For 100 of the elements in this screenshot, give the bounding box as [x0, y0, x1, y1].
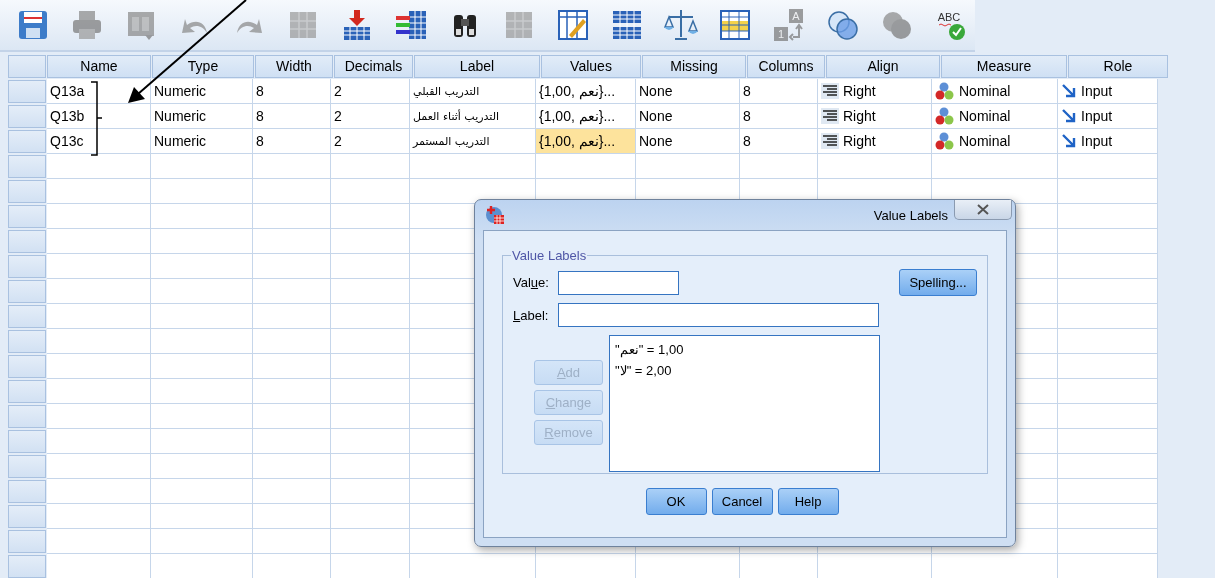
table-cell[interactable]: Right	[818, 129, 932, 154]
table-cell[interactable]: Nominal	[932, 104, 1058, 129]
cell-text: Numeric	[154, 133, 207, 149]
table-cell[interactable]: Q13c	[47, 129, 151, 154]
column-header[interactable]: Align	[826, 55, 940, 78]
input-role-icon	[1061, 133, 1077, 149]
row-header[interactable]	[8, 280, 46, 303]
input-role-icon	[1061, 83, 1077, 99]
cell-text: 8	[743, 83, 751, 99]
cell-text: التدريب القبلي	[413, 84, 480, 98]
table-cell[interactable]: Q13b	[47, 104, 151, 129]
cell-text: 8	[743, 108, 751, 124]
row-header[interactable]	[8, 255, 46, 278]
field-label: Label:	[513, 307, 550, 323]
align-right-icon	[821, 83, 839, 99]
table-cell[interactable]: None	[636, 79, 740, 104]
row-header[interactable]	[8, 480, 46, 503]
column-header[interactable]: Values	[541, 55, 641, 78]
table-cell[interactable]: Input	[1058, 79, 1158, 104]
row-header[interactable]	[8, 80, 46, 103]
table-cell[interactable]: 2	[331, 129, 410, 154]
dialog-title: Value Labels	[872, 207, 948, 223]
table-cell[interactable]: 8	[253, 104, 331, 129]
table-cell[interactable]: 8	[253, 79, 331, 104]
table-cell[interactable]: 8	[740, 129, 818, 154]
cell-text: Nominal	[959, 83, 1011, 99]
row-header[interactable]	[8, 230, 46, 253]
table-cell[interactable]: Numeric	[151, 79, 253, 104]
table-cell[interactable]: Q13a	[47, 79, 151, 104]
cell-text: 8	[743, 133, 751, 149]
column-header[interactable]: Decimals	[334, 55, 413, 78]
cell-text: 8	[256, 133, 264, 149]
cell-text: Numeric	[154, 108, 207, 124]
cell-text: Q13b	[50, 108, 85, 124]
group-title: Value Labels	[511, 248, 588, 263]
label-input-field[interactable]	[558, 303, 879, 327]
cell-text: 2	[334, 133, 342, 149]
row-header[interactable]	[8, 155, 46, 178]
table-cell[interactable]: Right	[818, 104, 932, 129]
table-cell[interactable]: Input	[1058, 104, 1158, 129]
table-cell[interactable]: التدريب المستمر	[410, 129, 536, 154]
value-input-field[interactable]	[558, 270, 679, 295]
row-header[interactable]	[8, 555, 46, 578]
row-header[interactable]	[8, 105, 46, 128]
field-label: Value:	[513, 275, 550, 290]
cell-text: 2	[334, 108, 342, 124]
table-cell[interactable]: 2	[331, 104, 410, 129]
table-cell[interactable]: 2	[331, 79, 410, 104]
table-cell[interactable]: Numeric	[151, 129, 253, 154]
dialog-button[interactable]: OK	[645, 488, 707, 515]
nominal-icon	[935, 132, 955, 150]
column-header[interactable]: Missing	[642, 55, 746, 78]
row-header[interactable]	[8, 380, 46, 403]
cell-text: Input	[1081, 133, 1113, 149]
cell-text: Right	[843, 83, 876, 99]
row-header[interactable]	[8, 330, 46, 353]
weight-icon[interactable]	[662, 7, 699, 43]
table-cell[interactable]: Nominal	[932, 79, 1058, 104]
spelling-button[interactable]: Spelling...	[899, 269, 977, 296]
row-header[interactable]	[8, 405, 46, 428]
table-cell[interactable]: التدريب القبلي	[410, 79, 536, 104]
column-header[interactable]: Label	[414, 55, 540, 78]
table-cell[interactable]: None	[636, 129, 740, 154]
column-header[interactable]: Columns	[747, 55, 825, 78]
column-header[interactable]: Role	[1068, 55, 1168, 78]
row-header[interactable]	[8, 455, 46, 478]
column-header[interactable]: Measure	[941, 55, 1067, 78]
table-cell[interactable]: Right	[818, 79, 932, 104]
cell-text: 8	[256, 83, 264, 99]
table-cell[interactable]: None	[636, 104, 740, 129]
row-header[interactable]	[8, 430, 46, 453]
close-button[interactable]	[954, 200, 1012, 220]
table-cell[interactable]: Numeric	[151, 104, 253, 129]
row-header[interactable]	[8, 205, 46, 228]
cell-text: None	[639, 108, 673, 124]
dialog-button[interactable]: Cancel	[711, 488, 773, 515]
column-header[interactable]: Name	[47, 55, 151, 78]
table-cell[interactable]: 8	[253, 129, 331, 154]
cell-text: None	[639, 133, 673, 149]
table-cell[interactable]: التدريب أثناء العمل	[410, 104, 536, 129]
table-cell[interactable]: Nominal	[932, 129, 1058, 154]
cell-text: Input	[1081, 108, 1113, 124]
row-header[interactable]	[8, 305, 46, 328]
table-cell[interactable]: 8	[740, 79, 818, 104]
nominal-icon	[935, 107, 955, 125]
align-right-icon	[821, 133, 839, 149]
table-cell[interactable]: Input	[1058, 129, 1158, 154]
table-cell[interactable]: 8	[740, 104, 818, 129]
row-header[interactable]	[8, 505, 46, 528]
cell-text: Nominal	[959, 133, 1011, 149]
row-header[interactable]	[8, 530, 46, 553]
row-header[interactable]	[8, 355, 46, 378]
column-header[interactable]: Type	[152, 55, 254, 78]
app-icon	[485, 205, 505, 225]
column-header[interactable]: Width	[255, 55, 333, 78]
cell-text: Nominal	[959, 108, 1011, 124]
cell-text: Q13a	[50, 83, 85, 99]
dialog-button[interactable]: Help	[777, 488, 839, 515]
row-header[interactable]	[8, 180, 46, 203]
row-header[interactable]	[8, 130, 46, 153]
